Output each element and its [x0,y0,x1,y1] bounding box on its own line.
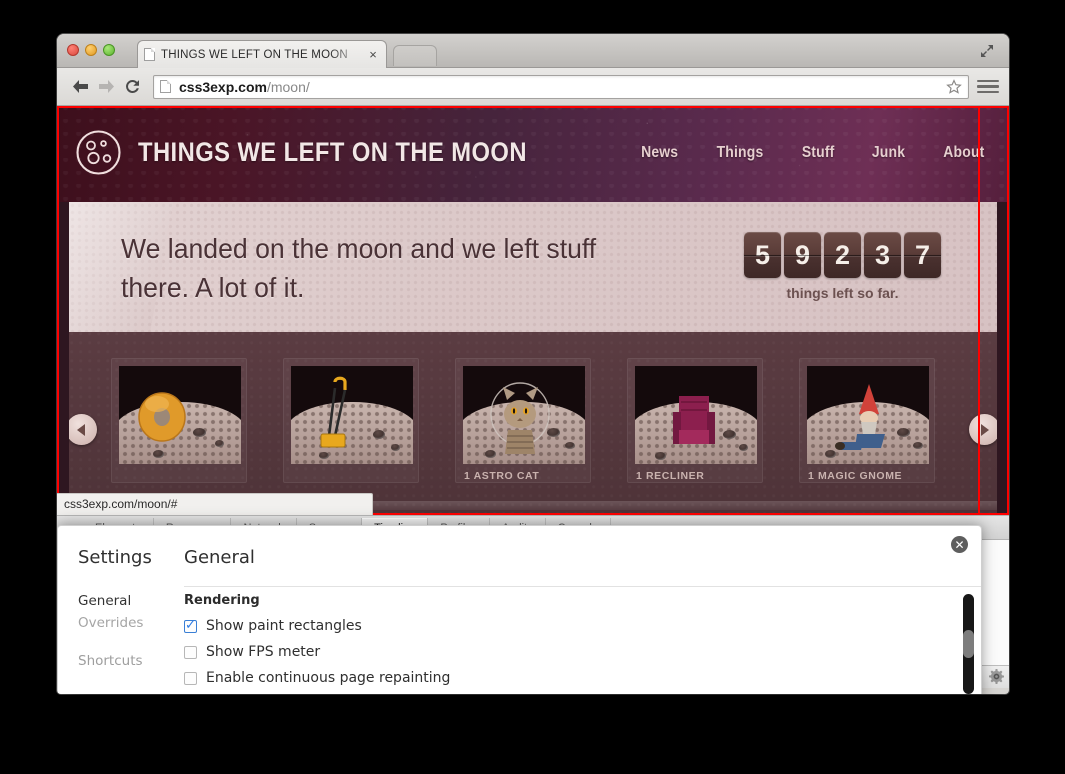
close-icon[interactable]: ✕ [951,536,968,553]
settings-section-title: Rendering [184,593,260,608]
close-window-button[interactable] [67,44,79,56]
back-button[interactable] [67,74,93,100]
settings-scrollbar-thumb[interactable] [963,630,974,658]
checkbox-show-fps-meter[interactable] [184,645,197,659]
maximize-window-button[interactable] [103,44,115,56]
link-status-bubble: css3exp.com/moon/# [57,493,373,515]
page-info-icon[interactable] [160,80,171,93]
screenshot-root: THINGS WE LEFT ON THE MOON × css3exp.com… [0,0,1065,774]
carousel-item-label: 1 RECLINER [636,470,705,482]
counter-digit: 3 [864,232,901,278]
counter-caption: things left so far. [786,285,899,301]
browser-window: THINGS WE LEFT ON THE MOON × css3exp.com… [57,34,1009,694]
window-traffic-lights [67,44,115,56]
item-photo-bagel [119,366,241,464]
site-header: THINGS WE LEFT ON THE MOON News Things S… [57,106,1009,202]
gear-icon[interactable] [989,669,1004,684]
site-navigation: News Things Stuff Junk About [639,144,987,162]
page-viewport: THINGS WE LEFT ON THE MOON News Things S… [57,106,1009,515]
carousel-item[interactable]: 1 MAGIC GNOME [799,358,935,483]
nav-item-things[interactable]: Things [717,144,764,162]
carousel-item[interactable]: 1 ASTRO CAT [455,358,591,483]
settings-main-pane: Rendering Show paint rectangles Show FPS… [184,593,951,694]
setting-label: Show FPS meter [206,644,321,660]
nav-item-stuff[interactable]: Stuff [802,144,835,162]
address-bar[interactable]: css3exp.com/moon/ [153,74,969,99]
thumbnail-carousel: 1 ASTRO CAT 1 RECLINER 1 MAGIC GNOME [69,332,997,515]
carousel-prev-button[interactable] [69,414,97,445]
bookmark-star-icon[interactable] [946,78,962,95]
nav-item-junk[interactable]: Junk [872,144,905,162]
carousel-next-button[interactable] [969,414,997,445]
browser-tab-title: THINGS WE LEFT ON THE MOON [161,48,348,61]
carousel-item-label: 1 ASTRO CAT [464,470,540,482]
settings-sidebar: General Overrides Shortcuts [78,593,174,675]
site-title: THINGS WE LEFT ON THE MOON [138,137,527,167]
browser-tabstrip: THINGS WE LEFT ON THE MOON × [57,34,1009,68]
browser-toolbar: css3exp.com/moon/ [57,68,1009,106]
setting-show-fps-meter[interactable]: Show FPS meter [184,644,951,660]
item-photo-mower [291,366,413,464]
settings-dialog: ✕ Settings General General Overrides Sho… [57,525,982,694]
new-tab-button[interactable] [393,45,437,66]
carousel-track: 1 ASTRO CAT 1 RECLINER 1 MAGIC GNOME [111,358,935,483]
counter-digits: 5 9 2 3 7 [744,232,941,278]
setting-enable-continuous-page-repainting[interactable]: Enable continuous page repainting [184,670,951,686]
reload-button[interactable] [119,74,145,100]
settings-sidebar-item-general[interactable]: General [78,593,174,609]
carousel-item[interactable]: 1 RECLINER [627,358,763,483]
counter-digit: 5 [744,232,781,278]
carousel-item-label: 1 MAGIC GNOME [808,470,903,482]
hero-banner: We landed on the moon and we left stuff … [69,202,997,332]
site-brand[interactable]: THINGS WE LEFT ON THE MOON [75,129,580,176]
setting-show-paint-rectangles[interactable]: Show paint rectangles [184,618,951,634]
things-counter: 5 9 2 3 7 things left so far. [744,232,941,301]
setting-label: Show paint rectangles [206,618,362,634]
settings-sidebar-item-overrides[interactable]: Overrides [78,615,174,631]
page-favicon-icon [144,48,155,61]
item-photo-astro-cat [463,366,585,464]
hero-headline: We landed on the moon and we left stuff … [121,233,597,303]
counter-digit: 7 [904,232,941,278]
checkbox-show-paint-rectangles[interactable] [184,619,197,633]
url-path: /moon/ [266,78,310,95]
settings-active-pane-title: General [184,547,255,568]
settings-sidebar-item-shortcuts[interactable]: Shortcuts [78,653,174,669]
settings-title: Settings [78,547,152,568]
counter-digit: 2 [824,232,861,278]
browser-tab-active[interactable]: THINGS WE LEFT ON THE MOON × [137,40,387,68]
item-photo-recliner [635,366,757,464]
counter-digit: 9 [784,232,821,278]
moon-logo-icon [75,129,122,176]
forward-button[interactable] [93,74,119,100]
browser-menu-button[interactable] [977,74,999,100]
url-host: css3exp.com [179,78,267,95]
carousel-item[interactable] [283,358,419,483]
item-photo-magic-gnome [807,366,929,464]
minimize-window-button[interactable] [85,44,97,56]
settings-scrollbar[interactable] [963,594,974,694]
carousel-item[interactable] [111,358,247,483]
checkbox-enable-continuous-page-repainting[interactable] [184,671,197,685]
nav-item-about[interactable]: About [944,144,985,162]
close-tab-icon[interactable]: × [366,48,380,62]
url-text: css3exp.com/moon/ [179,79,310,95]
setting-label: Enable continuous page repainting [206,670,451,686]
nav-item-news[interactable]: News [641,144,678,162]
fullscreen-icon[interactable] [979,43,995,59]
settings-divider [184,586,981,587]
